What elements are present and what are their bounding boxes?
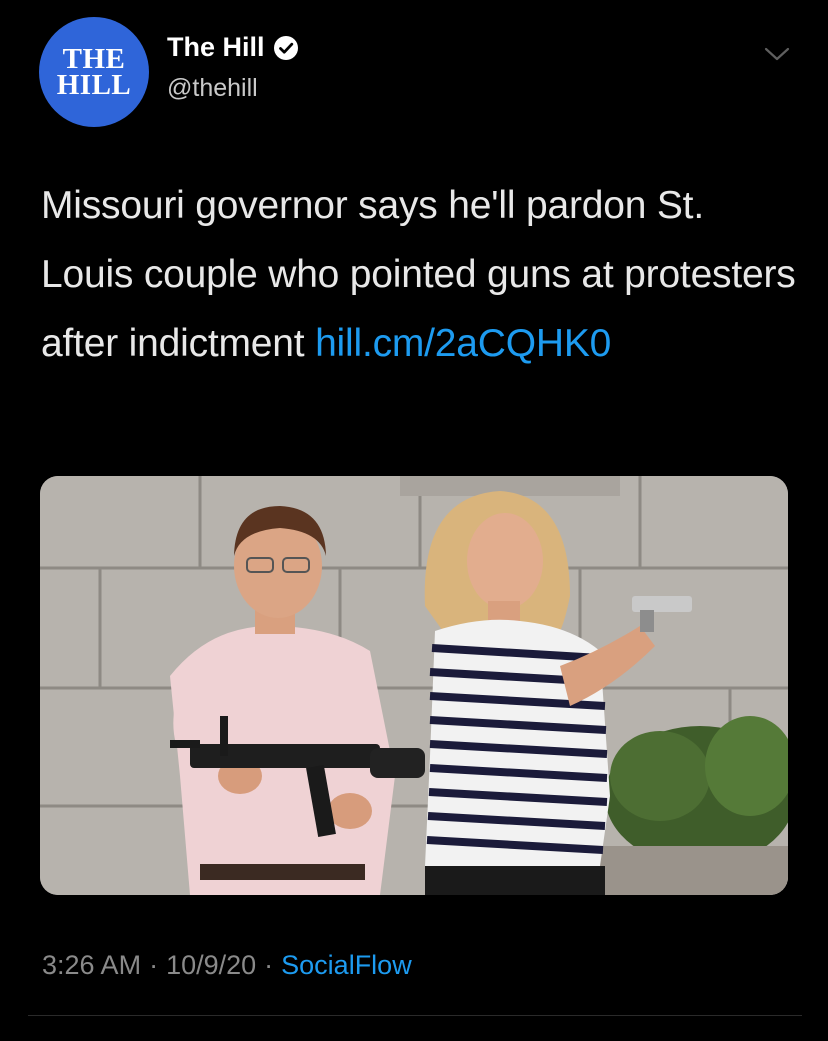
author-handle[interactable]: @thehill — [167, 74, 258, 103]
meta-separator: · — [264, 950, 274, 980]
author-avatar[interactable]: THE HILL — [39, 17, 149, 127]
tweet-card: THE HILL The Hill @thehill Missouri gove… — [0, 0, 828, 1041]
meta-separator: · — [149, 950, 159, 980]
divider — [28, 1015, 802, 1016]
shrub — [600, 716, 788, 895]
tweet-source[interactable]: SocialFlow — [281, 950, 412, 981]
tweet-media-photo[interactable] — [40, 476, 788, 895]
verified-badge-icon — [273, 35, 299, 61]
tweet-text: Missouri governor says he'll pardon St. … — [41, 171, 801, 378]
author-name-row: The Hill — [167, 32, 299, 63]
author-display-name[interactable]: The Hill — [167, 32, 265, 63]
tweet-meta: 3:26 AM · 10/9/20 · SocialFlow — [42, 950, 412, 981]
photo-illustration — [40, 476, 788, 895]
tweet-link[interactable]: hill.cm/2aCQHK0 — [315, 322, 611, 365]
tweet-date[interactable]: 10/9/20 — [166, 950, 256, 981]
chevron-down-icon[interactable] — [762, 44, 792, 64]
tweet-time[interactable]: 3:26 AM — [42, 950, 141, 981]
avatar-logo-line-2: HILL — [56, 69, 132, 101]
